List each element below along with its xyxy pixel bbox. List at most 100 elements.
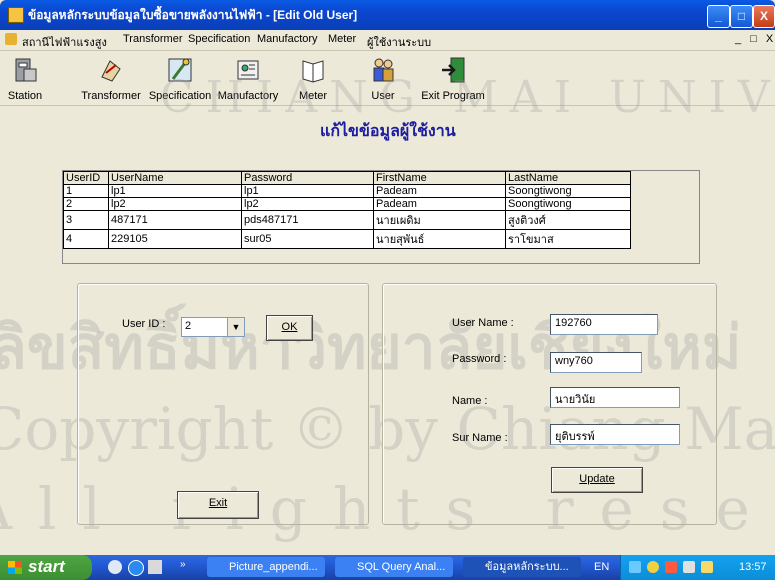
column-header-username[interactable]: UserName (108, 171, 242, 185)
clock[interactable]: 13:57 (739, 561, 767, 573)
start-label: start (28, 557, 65, 576)
cell-userid[interactable]: 1 (63, 184, 109, 198)
cell-lastname[interactable]: สูงติวงศ์ (505, 210, 631, 230)
toolbar-transformer-label: Transformer (81, 90, 141, 102)
manufactory-icon (237, 60, 259, 80)
media-quicklaunch-icon[interactable] (148, 560, 162, 574)
task-sql-query-analyzer[interactable]: SQL Query Anal... (335, 557, 453, 577)
userid-label: User ID : (122, 318, 166, 330)
toolbar: Station Transformer Specification Manufa… (0, 51, 775, 106)
cell-password[interactable]: lp1 (241, 184, 374, 198)
mdi-child-icon[interactable] (5, 33, 17, 45)
users-grid[interactable]: UserID UserName Password FirstName LastN… (62, 170, 700, 264)
cell-password[interactable]: lp2 (241, 197, 374, 211)
sql-server-icon[interactable] (701, 561, 713, 573)
table-row[interactable]: 1 lp1 lp1 Padeam Soongtiwong (63, 184, 631, 198)
task-main-app[interactable]: ข้อมูลหลักระบบ... (463, 557, 581, 577)
close-button[interactable]: X (753, 5, 775, 28)
toolbar-station-label: Station (7, 90, 43, 102)
cell-lastname[interactable]: Soongtiwong (505, 197, 631, 211)
column-header-userid[interactable]: UserID (63, 171, 109, 185)
station-icon (15, 58, 37, 82)
menu-meter[interactable]: Meter (328, 33, 356, 45)
toolbar-manufactory-button[interactable]: Manufactory (216, 51, 280, 105)
cell-password[interactable]: sur05 (241, 229, 374, 249)
chevron-down-icon[interactable]: ▼ (227, 318, 244, 336)
maximize-button[interactable]: □ (730, 5, 753, 28)
window-title: ข้อมูลหลักระบบข้อมูลใบซื้อขายพลังงานไฟฟ้… (28, 8, 358, 22)
windows-logo-icon (8, 561, 22, 574)
exit-icon (442, 57, 465, 83)
meter-icon (302, 60, 324, 83)
cell-userid[interactable]: 2 (63, 197, 109, 211)
system-tray: 13:57 (620, 555, 775, 580)
toolbar-manufactory-label: Manufactory (217, 90, 279, 102)
password-field[interactable]: wny760 (550, 352, 642, 373)
update-button[interactable]: Update (551, 467, 643, 493)
cell-username[interactable]: lp2 (108, 197, 242, 211)
menu-manufactory[interactable]: Manufactory (257, 33, 318, 45)
cell-userid[interactable]: 4 (63, 229, 109, 249)
name-label: Name : (452, 395, 488, 407)
toolbar-station-button[interactable]: Station (4, 51, 46, 105)
volume-icon[interactable] (683, 561, 695, 573)
column-header-lastname[interactable]: LastName (505, 171, 631, 185)
menu-users[interactable]: ผู้ใช้งานระบบ (367, 33, 431, 51)
toolbar-user-label: User (371, 90, 395, 102)
cell-lastname[interactable]: Soongtiwong (505, 184, 631, 198)
cell-firstname[interactable]: นายเผดิม (373, 210, 506, 230)
table-row[interactable]: 3 487171 pds487171 นายเผดิม สูงติวงศ์ (63, 210, 631, 230)
cell-password[interactable]: pds487171 (241, 210, 374, 230)
cell-userid[interactable]: 3 (63, 210, 109, 230)
column-header-password[interactable]: Password (241, 171, 374, 185)
exit-button[interactable]: Exit (177, 491, 259, 519)
cell-firstname[interactable]: Padeam (373, 197, 506, 211)
toolbar-exit-button[interactable]: Exit Program (420, 51, 486, 105)
user-icon (373, 58, 394, 82)
page-title: แก้ไขข้อมูลผู้ใช้งาน (320, 121, 456, 140)
desktop-quicklaunch-icon[interactable] (108, 560, 122, 574)
menu-station[interactable]: สถานีไฟฟ้าแรงสูง (22, 33, 107, 51)
userid-select-value: 2 (185, 320, 192, 332)
tray-app-icon[interactable] (665, 561, 677, 573)
toolbar-meter-button[interactable]: Meter (295, 51, 331, 105)
toolbar-specification-label: Specification (148, 90, 212, 102)
mdi-window-controls[interactable]: _ □ X (735, 33, 775, 45)
specification-icon (168, 58, 192, 82)
toolbar-exit-label: Exit Program (421, 90, 485, 102)
menu-specification[interactable]: Specification (188, 33, 250, 45)
cell-username[interactable]: 487171 (108, 210, 242, 230)
menu-transformer[interactable]: Transformer (123, 33, 183, 45)
toolbar-transformer-button[interactable]: Transformer (80, 51, 142, 105)
userid-select[interactable]: 2 ▼ (181, 317, 245, 337)
cell-firstname[interactable]: Padeam (373, 184, 506, 198)
title-bar[interactable]: ข้อมูลหลักระบบข้อมูลใบซื้อขายพลังงานไฟฟ้… (0, 0, 775, 30)
toolbar-specification-button[interactable]: Specification (148, 51, 212, 105)
chevron-right-icon[interactable]: » (180, 559, 186, 570)
browser-quicklaunch-icon[interactable] (128, 560, 144, 576)
cell-firstname[interactable]: นายสุพันธ์ (373, 229, 506, 249)
security-icon[interactable] (647, 561, 659, 573)
username-field[interactable]: 192760 (550, 314, 658, 335)
surname-field[interactable]: ยุติบรรพ์ (550, 424, 680, 445)
taskbar: start » Picture_appendi... SQL Query Ana… (0, 555, 775, 580)
task-picture-appendix[interactable]: Picture_appendi... (207, 557, 325, 577)
cell-username[interactable]: 229105 (108, 229, 242, 249)
network-icon[interactable] (629, 561, 641, 573)
start-button[interactable]: start (0, 555, 92, 580)
surname-label: Sur Name : (452, 432, 508, 444)
table-row[interactable]: 2 lp2 lp2 Padeam Soongtiwong (63, 197, 631, 211)
exit-button-label: Exit (208, 497, 228, 509)
username-label: User Name : (452, 317, 514, 329)
cell-lastname[interactable]: ราโขมาส (505, 229, 631, 249)
password-label: Password : (452, 353, 507, 365)
minimize-button[interactable]: _ (707, 5, 730, 28)
name-field[interactable]: นายวินัย (550, 387, 680, 408)
language-indicator[interactable]: EN (594, 561, 609, 573)
cell-username[interactable]: lp1 (108, 184, 242, 198)
ok-button[interactable]: OK (266, 315, 313, 341)
column-header-firstname[interactable]: FirstName (373, 171, 506, 185)
update-button-label: Update (579, 473, 615, 485)
table-row[interactable]: 4 229105 sur05 นายสุพันธ์ ราโขมาส (63, 229, 631, 249)
toolbar-user-button[interactable]: User (368, 51, 398, 105)
